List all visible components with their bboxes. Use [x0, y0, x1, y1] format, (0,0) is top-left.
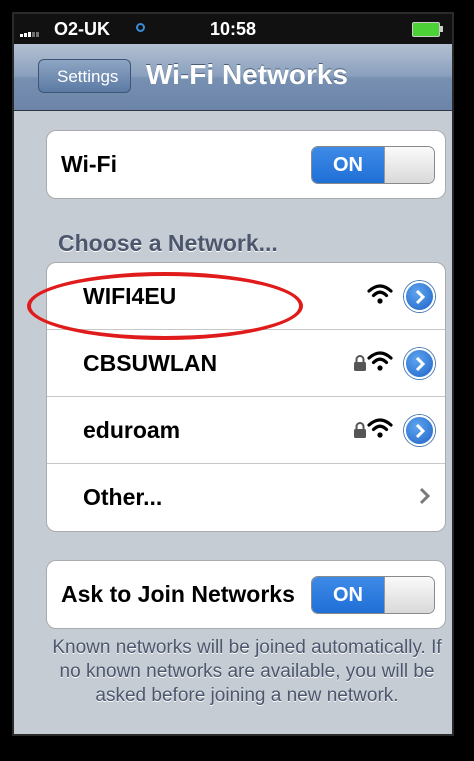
wifi-label: Wi-Fi — [61, 151, 117, 177]
network-row-cbsuwlan[interactable]: CBSUWLAN — [47, 330, 445, 397]
chevron-right-icon — [415, 356, 426, 372]
battery-icon — [412, 22, 443, 37]
wifi-signal-icon — [367, 418, 393, 438]
wifi-signal-icon — [367, 284, 393, 304]
navigation-bar: Settings Wi-Fi Networks — [14, 44, 452, 111]
status-bar: O2-UK 10:58 — [14, 14, 452, 44]
lock-icon — [354, 355, 366, 371]
clock: 10:58 — [209, 19, 257, 39]
ask-to-join-label: Ask to Join Networks — [61, 581, 295, 607]
ask-to-join-row: Ask to Join Networks ON — [47, 561, 445, 628]
network-name: eduroam — [83, 417, 181, 443]
chevron-right-icon — [415, 423, 426, 439]
other-label: Other... — [83, 484, 163, 510]
network-list: WIFI4EU CBSUWLAN eduroam Other... — [46, 262, 446, 532]
detail-disclosure-button[interactable] — [404, 348, 435, 379]
chevron-right-icon — [419, 487, 431, 505]
detail-disclosure-button[interactable] — [404, 415, 435, 446]
phone-screen: O2-UK 10:58 Settings Wi-Fi Networks Wi-F… — [12, 12, 454, 736]
wifi-signal-icon — [367, 351, 393, 371]
network-name: CBSUWLAN — [83, 350, 218, 376]
network-name: WIFI4EU — [83, 283, 177, 309]
network-row-wifi4eu[interactable]: WIFI4EU — [47, 263, 445, 330]
network-row-eduroam[interactable]: eduroam — [47, 397, 445, 464]
chevron-right-icon — [415, 289, 426, 305]
page-title: Wi-Fi Networks — [146, 59, 348, 90]
back-button-label: Settings — [38, 59, 132, 93]
wifi-row: Wi-Fi ON — [47, 131, 445, 198]
toggle-knob — [384, 577, 434, 613]
detail-disclosure-button[interactable] — [404, 281, 435, 312]
section-header: Choose a Network... — [58, 230, 278, 256]
wifi-toggle-switch[interactable]: ON — [311, 146, 435, 184]
wifi-toggle-group: Wi-Fi ON — [46, 130, 446, 199]
footer-help-text: Known networks will be joined automatica… — [52, 637, 442, 706]
wifi-toggle-state: ON — [312, 147, 384, 183]
ask-to-join-group: Ask to Join Networks ON — [46, 560, 446, 629]
other-network-row[interactable]: Other... — [47, 464, 445, 531]
ask-to-join-toggle-switch[interactable]: ON — [311, 576, 435, 614]
ask-toggle-state: ON — [312, 577, 384, 613]
lock-icon — [354, 422, 366, 438]
back-button[interactable]: Settings — [38, 59, 132, 93]
toggle-knob — [384, 147, 434, 183]
